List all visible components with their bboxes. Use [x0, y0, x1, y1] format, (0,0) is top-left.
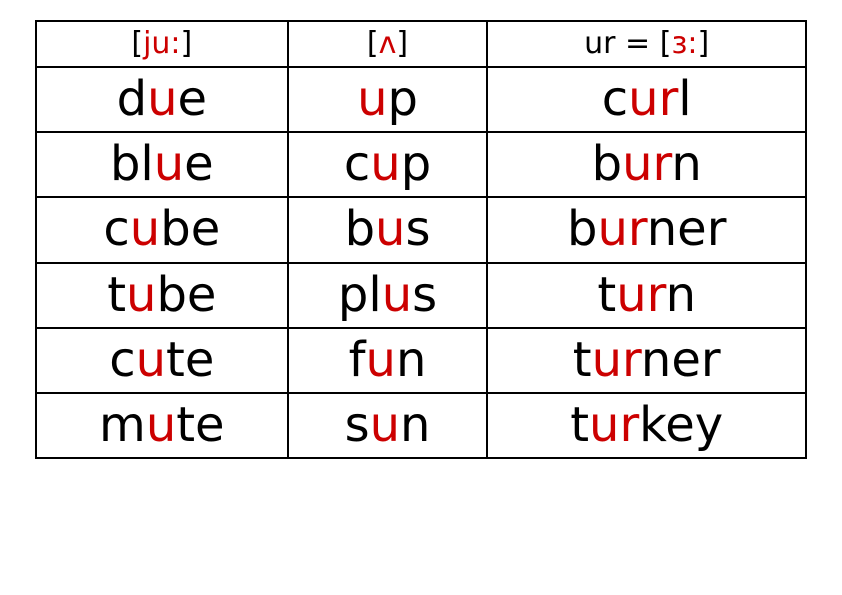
plain-text: be — [156, 267, 216, 323]
word-cell: turner — [487, 328, 806, 393]
plain-text: e — [184, 136, 214, 192]
plain-text: c — [109, 332, 135, 388]
table-row: tube plus turn — [36, 263, 806, 328]
word-cell: cube — [36, 197, 288, 262]
plain-text: b — [592, 136, 622, 192]
plain-text: ] — [698, 26, 710, 61]
plain-text: s — [345, 397, 370, 453]
table-row: blue cup burn — [36, 132, 806, 197]
plain-text: pl — [338, 267, 382, 323]
highlight-text: u — [136, 332, 166, 388]
phonics-table: [ju:] [ʌ] ur = [ɜ:] due up curl blue cup… — [35, 20, 807, 459]
plain-text: s — [412, 267, 437, 323]
table-row: due up curl — [36, 67, 806, 132]
word-cell: tube — [36, 263, 288, 328]
highlight-text: u — [366, 332, 396, 388]
plain-text: [ — [131, 26, 143, 61]
word-cell: plus — [288, 263, 488, 328]
highlight-text: u — [147, 71, 177, 127]
plain-text: t — [570, 397, 589, 453]
highlight-text: ur — [597, 201, 646, 257]
plain-text: c — [602, 71, 628, 127]
plain-text: [ — [367, 26, 379, 61]
header-cell-caret: [ʌ] — [288, 21, 488, 67]
plain-text: ner — [641, 332, 721, 388]
highlight-text: ju: — [143, 26, 180, 61]
word-cell: due — [36, 67, 288, 132]
table-header-row: [ju:] [ʌ] ur = [ɜ:] — [36, 21, 806, 67]
plain-text: n — [400, 397, 430, 453]
plain-text: l — [678, 71, 691, 127]
word-cell: bus — [288, 197, 488, 262]
plain-text: p — [388, 71, 418, 127]
word-cell: blue — [36, 132, 288, 197]
plain-text: t — [573, 332, 592, 388]
plain-text: c — [344, 136, 370, 192]
highlight-text: ɜ: — [671, 26, 697, 61]
highlight-text: ur — [628, 71, 678, 127]
word-cell: sun — [288, 393, 488, 458]
plain-text: m — [99, 397, 146, 453]
highlight-text: u — [370, 136, 400, 192]
word-cell: cute — [36, 328, 288, 393]
highlight-text: ʌ — [379, 26, 397, 61]
table-row: cute fun turner — [36, 328, 806, 393]
plain-text: f — [349, 332, 366, 388]
highlight-text: ur — [592, 332, 641, 388]
highlight-text: u — [382, 267, 412, 323]
plain-text: bl — [110, 136, 154, 192]
plain-text: key — [639, 397, 723, 453]
word-cell: curl — [487, 67, 806, 132]
word-cell: mute — [36, 393, 288, 458]
table-row: mute sun turkey — [36, 393, 806, 458]
word-cell: turn — [487, 263, 806, 328]
plain-text: n — [671, 136, 701, 192]
highlight-text: u — [154, 136, 184, 192]
plain-text: n — [666, 267, 696, 323]
plain-text: p — [401, 136, 431, 192]
highlight-text: u — [126, 267, 156, 323]
highlight-text: u — [146, 397, 176, 453]
word-cell: cup — [288, 132, 488, 197]
plain-text: t — [597, 267, 616, 323]
plain-text: ] — [396, 26, 408, 61]
plain-text: t — [107, 267, 126, 323]
highlight-text: u — [370, 397, 400, 453]
highlight-text: u — [130, 201, 160, 257]
plain-text: te — [166, 332, 214, 388]
highlight-text: u — [357, 71, 387, 127]
plain-text: b — [567, 201, 597, 257]
header-cell-ju: [ju:] — [36, 21, 288, 67]
plain-text: be — [160, 201, 220, 257]
plain-text: n — [396, 332, 426, 388]
plain-text: s — [405, 201, 430, 257]
highlight-text: u — [375, 201, 405, 257]
plain-text: te — [176, 397, 224, 453]
word-cell: turkey — [487, 393, 806, 458]
word-cell: fun — [288, 328, 488, 393]
table-row: cube bus burner — [36, 197, 806, 262]
plain-text: ner — [647, 201, 727, 257]
header-cell-ur: ur = [ɜ:] — [487, 21, 806, 67]
plain-text: b — [345, 201, 375, 257]
highlight-text: ur — [589, 397, 639, 453]
plain-text: e — [178, 71, 208, 127]
highlight-text: ur — [622, 136, 671, 192]
word-cell: burn — [487, 132, 806, 197]
word-cell: burner — [487, 197, 806, 262]
plain-text: d — [117, 71, 147, 127]
highlight-text: ur — [616, 267, 665, 323]
plain-text: ur = [ — [584, 26, 671, 61]
word-cell: up — [288, 67, 488, 132]
plain-text: ] — [181, 26, 193, 61]
plain-text: c — [103, 201, 129, 257]
